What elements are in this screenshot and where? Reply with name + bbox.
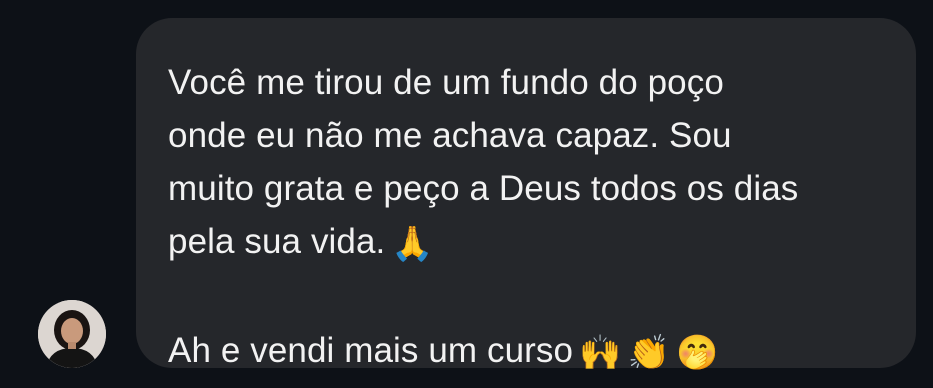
message-line-1: Você me tirou de um fundo do poço xyxy=(168,63,724,102)
raising-hands-emoji-icon: 🙌 xyxy=(579,333,622,373)
message-bubble[interactable]: Você me tirou de um fundo do poço onde e… xyxy=(136,18,916,373)
second-paragraph-text: Ah e vendi mais um curso xyxy=(168,331,574,370)
message-line-3: muito grata e peço a Deus todos os dias xyxy=(168,169,799,208)
message-line-6: Ah e vendi mais um curso 🙌 👏 🤭 xyxy=(168,324,886,380)
clapping-hands-emoji-icon: 👏 xyxy=(627,333,670,373)
sender-avatar[interactable] xyxy=(38,300,106,368)
avatar-image xyxy=(38,300,106,368)
message-line-4: pela sua vida. 🙏 xyxy=(168,215,886,271)
message-line-2: onde eu não me achava capaz. Sou xyxy=(168,116,732,155)
folded-hands-emoji-icon: 🙏 xyxy=(391,224,434,264)
hand-over-mouth-emoji-icon: 🤭 xyxy=(675,333,719,373)
message-line-4-text: pela sua vida. xyxy=(168,222,386,261)
message-text: Você me tirou de um fundo do poço onde e… xyxy=(168,56,886,380)
